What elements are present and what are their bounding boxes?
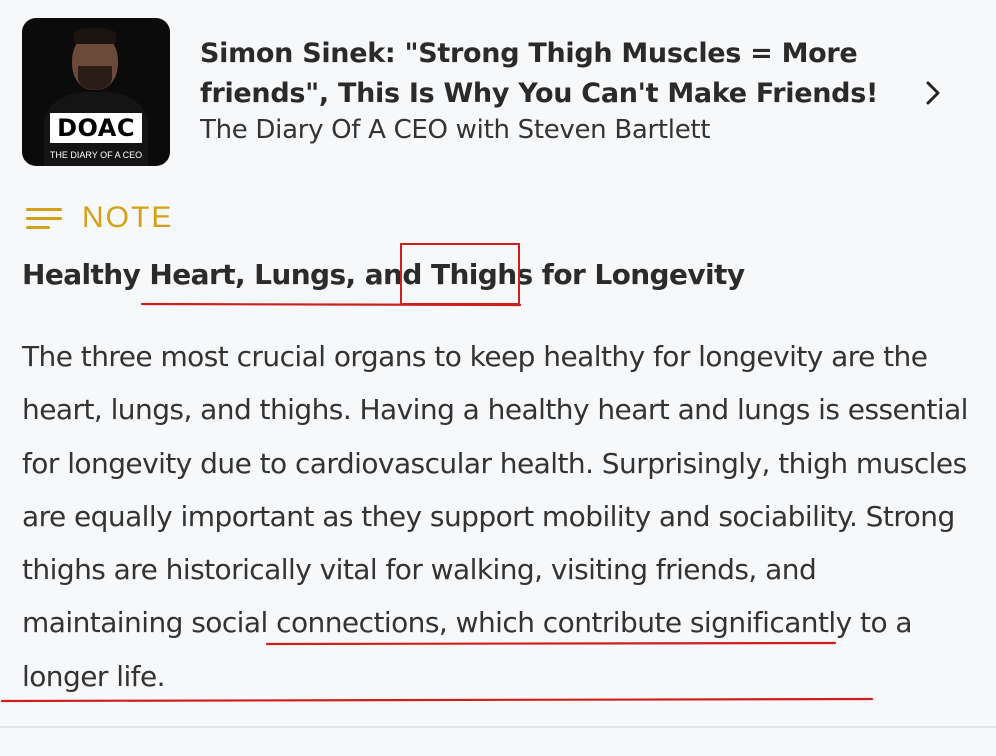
- note-heading: Healthy Heart, Lungs, and Thighs for Lon…: [22, 258, 745, 291]
- divider: [0, 726, 996, 728]
- cover-logo-subtitle: THE DIARY OF A CEO: [49, 150, 143, 160]
- cover-logo: DOAC: [50, 113, 142, 143]
- podcast-cover-image: DOAC THE DIARY OF A CEO: [22, 18, 170, 166]
- chevron-right-icon[interactable]: [918, 78, 948, 108]
- note-label-text: NOTE: [82, 201, 174, 234]
- note-label: NOTE: [26, 198, 173, 238]
- annotation-underline-heading: [140, 302, 522, 307]
- podcast-name: The Diary Of A CEO with Steven Bartlett: [200, 115, 711, 145]
- note-body: The three most crucial organs to keep he…: [22, 340, 968, 693]
- episode-card[interactable]: DOAC THE DIARY OF A CEO Simon Sinek: "St…: [0, 0, 996, 190]
- cover-person-hair: [74, 28, 116, 44]
- cover-person-beard: [78, 66, 112, 90]
- lines-icon: [26, 208, 62, 229]
- episode-title: Simon Sinek: "Strong Thigh Muscles = Mor…: [200, 38, 878, 109]
